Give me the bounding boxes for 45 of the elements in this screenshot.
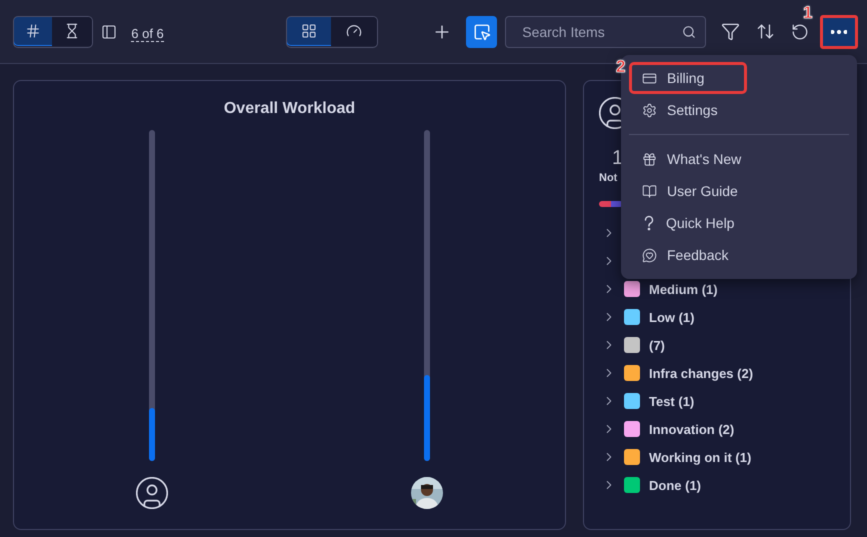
user-icon [136,477,168,509]
status-bar [599,201,623,207]
menu-item[interactable]: What's New [629,143,849,175]
group-label: Medium (1) [649,282,718,296]
menu-item[interactable]: Feedback [629,239,849,271]
view-toggle-button[interactable] [14,16,54,46]
step-number: 1 [803,4,812,20]
card-title: Overall Workload [224,100,356,118]
filter-icon [720,22,740,41]
card-icon [642,70,657,86]
menu-item[interactable]: User Guide [629,175,849,207]
view-toggle-button[interactable] [330,16,377,46]
group-label: Innovation (2) [649,422,734,436]
more-button[interactable] [820,14,858,48]
step-number: 2 [616,58,626,75]
group-label: Test (1) [649,394,694,408]
view-toggle-button[interactable] [52,16,92,46]
ellipsis-icon [831,30,848,34]
grid-icon [301,22,318,38]
question-icon [642,215,656,231]
gift-icon [642,152,657,166]
group-label: Working on it (1) [649,450,752,464]
count-value: 1 [612,147,624,169]
refresh-icon [790,22,809,40]
view-toggle-button[interactable] [286,16,333,46]
heart-chat-icon [642,248,657,262]
gauge-icon [346,22,362,38]
settings-icon [642,102,657,118]
hash-icon [25,22,42,38]
book-icon [642,184,657,198]
group-label: Low (1) [649,310,694,324]
menu-item[interactable]: Billing [629,62,747,94]
status-label: Not [599,171,618,185]
group-label: (7) [649,338,665,352]
menu-item[interactable]: Quick Help [629,207,849,239]
search-field[interactable]: Search Items [505,16,706,48]
select-mode-button[interactable] [466,16,498,48]
group-label: Infra changes (2) [649,366,754,380]
pointer-square-icon [472,22,491,40]
menu-item[interactable]: Settings [629,94,849,126]
sort-icon [756,22,776,41]
search-icon [682,24,696,38]
group-label: Done (1) [649,478,701,492]
panel-icon [101,24,118,40]
item-count[interactable]: 6 of 6 [131,26,164,42]
